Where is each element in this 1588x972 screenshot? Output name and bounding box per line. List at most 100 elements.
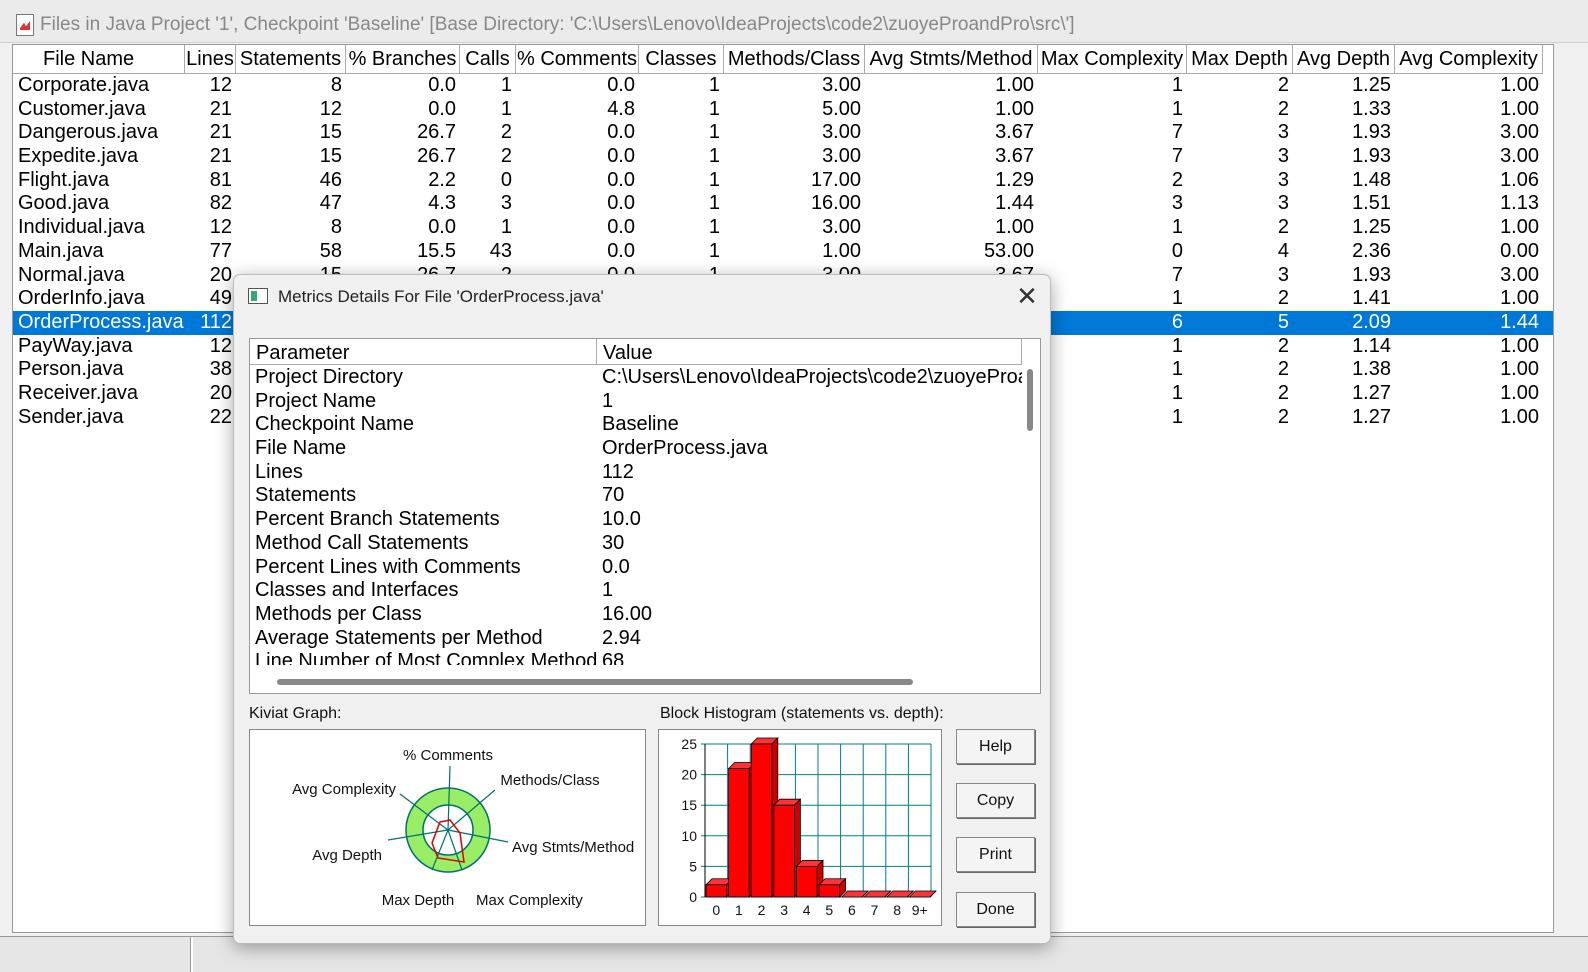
table-cell: 1.44 [995, 192, 1034, 215]
table-cell: 2 [1277, 97, 1289, 120]
table-cell: 12 [319, 97, 342, 120]
histogram-bar [728, 768, 750, 898]
table-cell: 1.38 [1352, 358, 1391, 381]
parameter-row[interactable]: Classes and Interfaces 1 [250, 578, 1022, 602]
kiviat-label: Kiviat Graph: [249, 705, 342, 722]
table-row[interactable]: Flight.java 81 46 2.2 0 0.0 1 17.00 1.29 2 3 1.48 1.… [13, 168, 1553, 193]
table-row[interactable]: Good.java 82 47 4.3 3 0.0 1 16.00 1.44 3 3 1.51 1.13 [13, 192, 1553, 216]
histogram-x-tick-label: 4 [803, 902, 811, 918]
table-cell: Flight.java [18, 168, 110, 191]
table-cell: 15 [319, 145, 342, 168]
table-cell: 3.00 [1500, 263, 1539, 286]
table-cell: 1 [1171, 405, 1183, 428]
table-cell: Good.java [18, 192, 110, 215]
column-header[interactable]: Avg Depth [1293, 45, 1395, 74]
done-button[interactable]: Done [956, 892, 1035, 927]
table-cell: 47 [319, 192, 342, 215]
table-cell: 1.41 [1352, 287, 1391, 310]
table-cell: 0.0 [607, 74, 635, 96]
parameter-name: Project Name [255, 389, 377, 412]
table-cell: 3.00 [822, 216, 861, 239]
column-header[interactable]: Methods/Class [724, 45, 865, 74]
table-cell: 1.00 [1500, 358, 1539, 381]
parameter-row[interactable]: Percent Branch Statements 10.0 [250, 507, 1022, 531]
table-cell: 0.0 [428, 216, 456, 239]
table-cell: Dangerous.java [18, 121, 159, 144]
parameter-row[interactable]: File Name OrderProcess.java [250, 436, 1022, 460]
help-button[interactable]: Help [956, 729, 1035, 764]
parameter-row[interactable]: Line Number of Most Complex Method 68 [250, 649, 1022, 665]
table-row[interactable]: Corporate.java 12 8 0.0 1 0.0 1 3.00 1.00 1 2 1.25 1… [13, 74, 1553, 98]
parameter-column-header[interactable]: Parameter [250, 339, 597, 365]
table-cell: 26.7 [417, 145, 456, 168]
table-row[interactable]: Expedite.java 21 15 26.7 2 0.0 1 3.00 3.67 7 3 1.93… [13, 145, 1553, 169]
table-cell: 4.3 [428, 192, 456, 215]
table-cell: 3 [500, 192, 512, 215]
column-header[interactable]: Lines [185, 45, 236, 74]
table-cell: 16.00 [810, 192, 861, 215]
parameter-name: Percent Lines with Comments [255, 555, 521, 578]
histogram-bar [750, 743, 773, 898]
parameter-row[interactable]: Project Name 1 [250, 389, 1022, 413]
parameter-row[interactable]: Average Statements per Method 2.94 [250, 626, 1022, 650]
column-header[interactable]: % Branches [346, 45, 460, 74]
parameter-row[interactable]: Statements 70 [250, 483, 1022, 507]
horizontal-scrollbar[interactable] [277, 679, 913, 685]
parameter-row[interactable]: Methods per Class 16.00 [250, 602, 1022, 626]
table-cell: 1 [1171, 74, 1183, 96]
column-header[interactable]: Calls [460, 45, 516, 74]
table-cell: Main.java [18, 239, 104, 262]
close-icon[interactable]: ✕ [1012, 283, 1042, 309]
column-header[interactable]: Max Depth [1187, 45, 1293, 74]
histogram-x-tick-label: 6 [848, 902, 856, 918]
table-cell: 1 [500, 97, 512, 120]
table-cell: 1.00 [1500, 381, 1539, 404]
table-cell: 1.27 [1352, 405, 1391, 428]
table-cell: 12 [209, 334, 232, 357]
parameter-row[interactable]: Method Call Statements 30 [250, 531, 1022, 555]
table-cell: 3 [1277, 263, 1289, 286]
table-cell: 0 [500, 168, 512, 191]
vertical-scrollbar[interactable] [1027, 369, 1033, 431]
histogram-y-tick-label: 25 [681, 736, 697, 752]
table-cell: 15.5 [417, 239, 456, 262]
table-cell: 82 [209, 192, 232, 215]
table-cell: 0.0 [607, 168, 635, 191]
kiviat-axis-label: Max Complexity [476, 892, 583, 909]
table-row[interactable]: Individual.java 12 8 0.0 1 0.0 1 3.00 1.00 1 2 1.25… [13, 216, 1553, 240]
column-header[interactable]: Statements [236, 45, 346, 74]
table-row[interactable]: Customer.java 21 12 0.0 1 4.8 1 5.00 1.00 1 2 1.33 1… [13, 97, 1553, 122]
table-cell: 12 [209, 74, 232, 96]
table-cell: 46 [319, 168, 342, 191]
kiviat-axis-label: % Comments [403, 747, 493, 764]
table-cell: 21 [209, 145, 232, 168]
parameter-name: Average Statements per Method [255, 626, 543, 649]
column-header[interactable]: % Comments [516, 45, 639, 74]
column-header[interactable]: Max Complexity [1038, 45, 1187, 74]
copy-button[interactable]: Copy [956, 783, 1035, 818]
value-column-header[interactable]: Value [597, 339, 1022, 365]
table-cell: 8 [330, 74, 342, 96]
column-header[interactable]: Avg Stmts/Method [865, 45, 1038, 74]
table-row[interactable]: Dangerous.java 21 15 26.7 2 0.0 1 3.00 3.67 7 3 1.9… [13, 121, 1553, 145]
column-header[interactable]: Avg Complexity [1395, 45, 1543, 74]
table-row[interactable]: Main.java 77 58 15.5 43 0.0 1 1.00 53.00 0 4 2.36 0.… [13, 239, 1553, 264]
histogram-svg: 05101520250 1 2 3 4 5 6 7 8 9+ [681, 736, 937, 918]
histogram-x-tick-label: 7 [871, 902, 879, 918]
parameter-row[interactable]: Project Directory C:\Users\Lenovo\IdeaPro… [250, 365, 1022, 389]
histogram-bar-top [885, 890, 915, 898]
print-button[interactable]: Print [956, 837, 1035, 872]
table-cell: 2 [1277, 74, 1289, 96]
parameter-row[interactable]: Lines 112 [250, 460, 1022, 484]
table-cell: 26.7 [417, 121, 456, 144]
table-cell: Normal.java [18, 263, 125, 286]
table-cell: 1 [708, 168, 720, 191]
column-header[interactable]: Classes [639, 45, 724, 74]
parameter-row[interactable]: Percent Lines with Comments 0.0 [250, 555, 1022, 579]
parameter-row[interactable]: Checkpoint Name Baseline [250, 412, 1022, 436]
histogram-y-tick-label: 20 [681, 767, 697, 783]
column-header[interactable]: File Name [13, 45, 185, 74]
table-cell: 1 [708, 74, 720, 96]
table-cell: 4 [1277, 239, 1289, 262]
table-cell: 2 [500, 145, 512, 168]
